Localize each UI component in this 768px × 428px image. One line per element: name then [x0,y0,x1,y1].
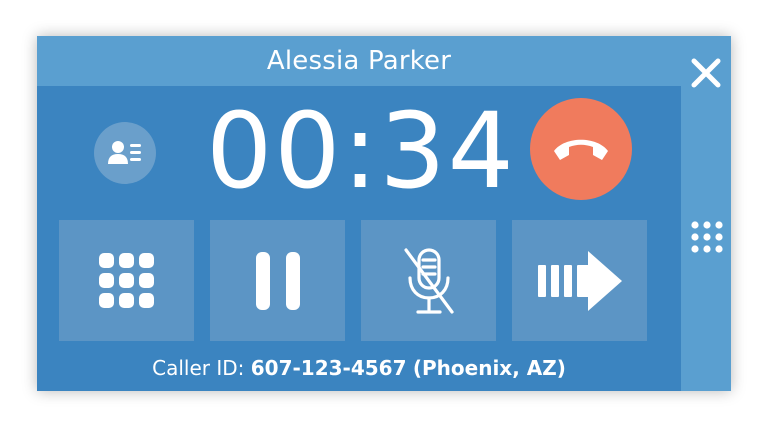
caller-id-label: Caller ID: [152,356,245,380]
close-icon [691,58,721,88]
dialpad-grid-icon [691,221,723,253]
keypad-button[interactable] [59,220,194,341]
transfer-button[interactable] [512,220,647,341]
call-header: Alessia Parker [37,36,681,86]
contact-name: Alessia Parker [266,46,452,76]
caller-id: Caller ID: 607-123-4567 (Phoenix, AZ) [37,350,681,386]
pause-icon [255,251,300,310]
keypad-icon [98,252,154,308]
call-timer: 00:34 [206,90,516,212]
transfer-arrow-icon [537,250,622,311]
caller-id-location: (Phoenix, AZ) [412,356,566,380]
hangup-button[interactable] [530,98,632,200]
mic-off-icon [403,247,454,314]
hold-button[interactable] [210,220,345,341]
contact-info-button[interactable] [94,122,156,184]
mute-button[interactable] [361,220,496,341]
caller-id-number: 607-123-4567 [250,356,407,380]
call-widget: Alessia Parker 00:34 Caller ID: 607-123-… [37,36,731,391]
close-button[interactable] [688,55,724,91]
contact-card-icon [108,141,141,164]
hangup-phone-icon [554,139,608,160]
dialpad-toggle-button[interactable] [689,219,725,255]
